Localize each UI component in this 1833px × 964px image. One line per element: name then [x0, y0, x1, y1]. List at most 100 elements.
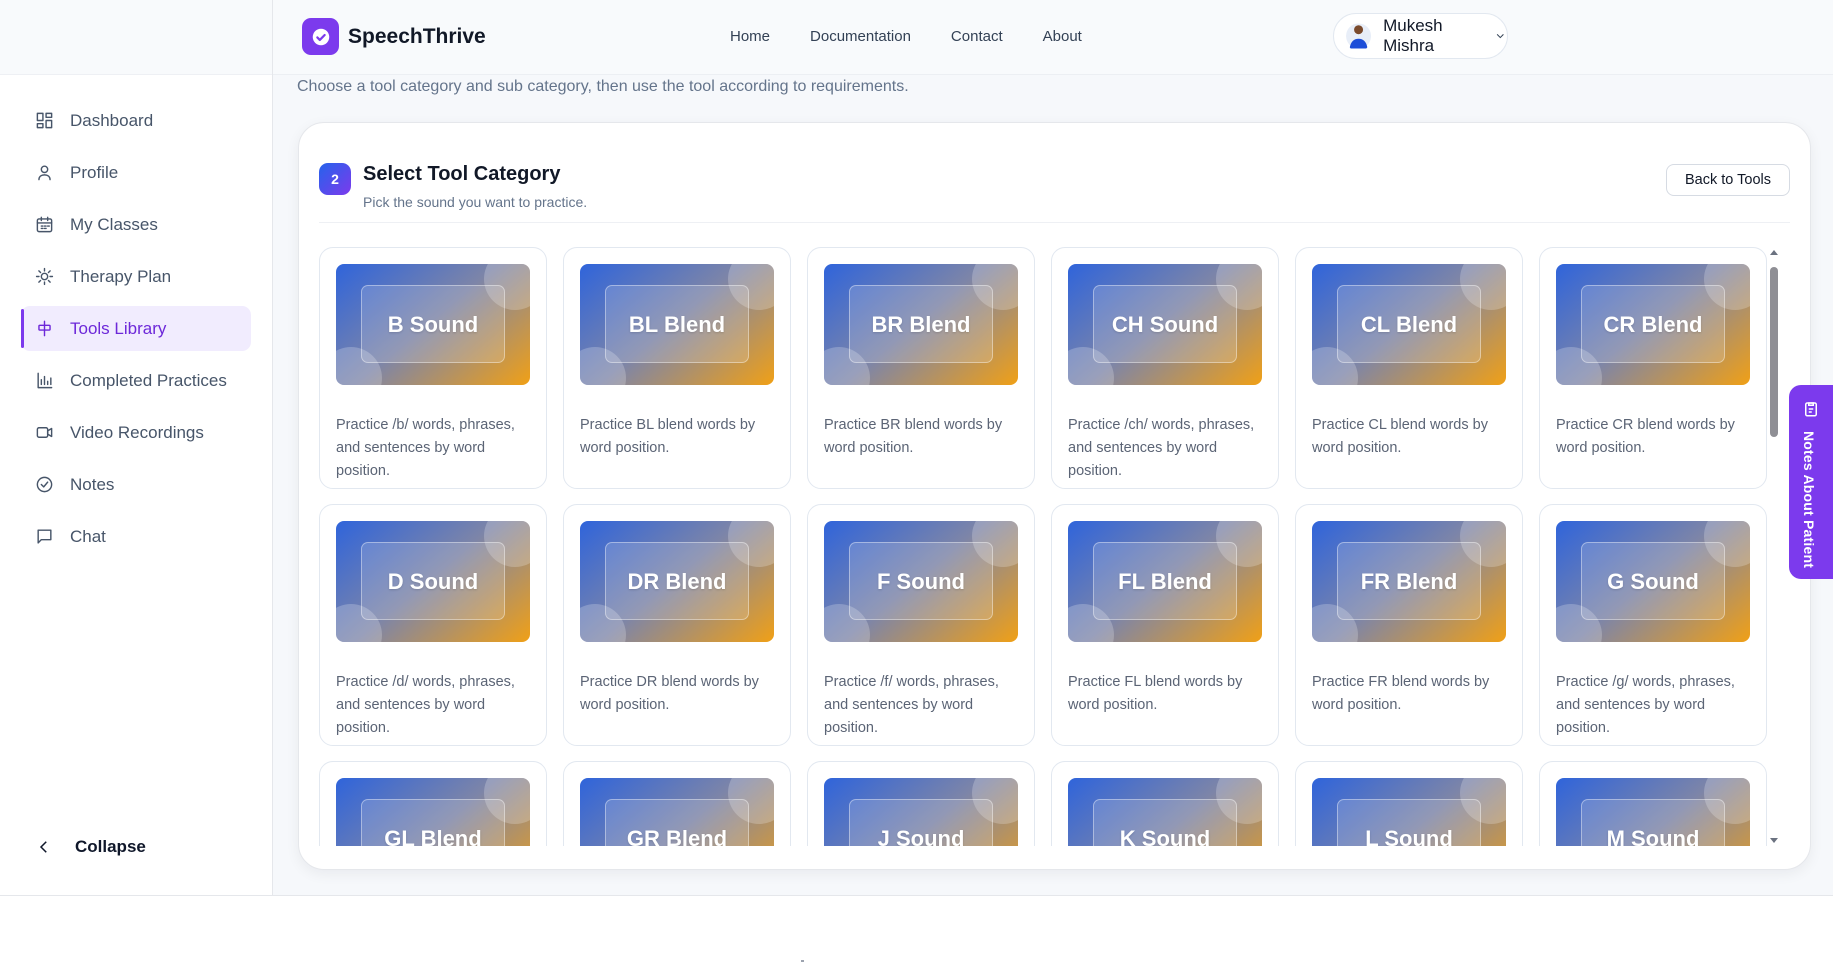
page-footer — [0, 895, 1833, 964]
video-icon — [35, 423, 54, 442]
card-title: B Sound — [387, 311, 479, 337]
card-title: CL Blend — [1360, 311, 1458, 337]
top-navbar: SpeechThrive Home Documentation Contact … — [273, 0, 1833, 75]
scroll-up-arrow[interactable] — [1770, 250, 1778, 255]
category-card[interactable]: M Sound — [1539, 761, 1767, 846]
sidebar-item-label: Completed Practices — [70, 370, 227, 390]
card-title: F Sound — [877, 568, 965, 594]
category-card[interactable]: D Sound Practice /d/ words, phrases, and … — [319, 504, 547, 746]
notes-about-patient-tab[interactable]: Notes About Patient — [1789, 385, 1833, 579]
category-card[interactable]: J Sound — [807, 761, 1035, 846]
notes-tab-label: Notes About Patient — [1801, 431, 1817, 569]
sidebar-item-dashboard[interactable]: Dashboard — [21, 98, 251, 143]
card-thumbnail: FR Blend — [1312, 521, 1506, 642]
user-name: Mukesh Mishra — [1383, 16, 1443, 55]
tools-icon — [35, 319, 54, 338]
card-title: CR Blend — [1603, 311, 1703, 337]
chevron-left-icon — [39, 841, 47, 853]
main-content: Choose a tool category and sub category,… — [273, 75, 1833, 895]
card-description: Practice FL blend words by word position… — [1068, 674, 1243, 713]
sidebar-item-label: Therapy Plan — [70, 266, 172, 286]
sidebar-item-label: Tools Library — [70, 318, 167, 338]
category-grid-viewport[interactable]: B Sound Practice /b/ words, phrases, and … — [319, 247, 1767, 846]
sidebar-item-label: Video Recordings — [70, 422, 204, 442]
card-thumbnail: CR Blend — [1556, 264, 1750, 385]
footer-mark — [801, 960, 804, 962]
scrollbar-thumb[interactable] — [1770, 267, 1778, 437]
card-thumbnail: DR Blend — [580, 521, 774, 642]
nav-link-about[interactable]: About — [1043, 28, 1082, 45]
sidebar-item-notes[interactable]: Notes — [21, 462, 251, 507]
bar-chart-icon — [35, 371, 54, 390]
card-thumbnail: CL Blend — [1312, 264, 1506, 385]
user-menu[interactable]: Mukesh Mishra — [1333, 13, 1508, 59]
category-card[interactable]: GR Blend — [563, 761, 791, 846]
nav-link-home[interactable]: Home — [730, 28, 770, 45]
category-card[interactable]: BR Blend Practice BR blend words by word … — [807, 247, 1035, 489]
card-thumbnail: BL Blend — [580, 264, 774, 385]
sidebar-item-therapy-plan[interactable]: Therapy Plan — [21, 254, 251, 299]
step-badge: 2 — [319, 163, 351, 195]
top-nav-links: Home Documentation Contact About — [730, 28, 1122, 45]
user-icon — [35, 163, 54, 182]
category-card[interactable]: F Sound Practice /f/ words, phrases, and … — [807, 504, 1035, 746]
category-card[interactable]: BL Blend Practice BL blend words by word … — [563, 247, 791, 489]
category-card[interactable]: G Sound Practice /g/ words, phrases, and … — [1539, 504, 1767, 746]
check-circle-icon — [35, 475, 54, 494]
card-title: BL Blend — [628, 311, 726, 337]
card-description: Practice BR blend words by word position… — [824, 417, 1003, 456]
nav-link-contact[interactable]: Contact — [951, 28, 1003, 45]
sidebar-nav: Dashboard Profile My Classes Therapy Pla… — [0, 75, 272, 559]
divider — [319, 222, 1790, 223]
sidebar-item-tools-library[interactable]: Tools Library — [21, 306, 251, 351]
brand-name: SpeechThrive — [348, 24, 486, 48]
category-card[interactable]: CR Blend Practice CR blend words by word … — [1539, 247, 1767, 489]
card-thumbnail: B Sound — [336, 264, 530, 385]
back-to-tools-button[interactable]: Back to Tools — [1666, 164, 1790, 196]
category-card[interactable]: DR Blend Practice DR blend words by word … — [563, 504, 791, 746]
panel-title: Select Tool Category — [363, 163, 561, 185]
sidebar-item-video-recordings[interactable]: Video Recordings — [21, 410, 251, 455]
category-card[interactable]: K Sound — [1051, 761, 1279, 846]
clipboard-icon — [1805, 402, 1817, 417]
category-card[interactable]: GL Blend — [319, 761, 547, 846]
category-card[interactable]: CL Blend Practice CL blend words by word … — [1295, 247, 1523, 489]
category-card[interactable]: CH Sound Practice /ch/ words, phrases, an… — [1051, 247, 1279, 489]
sidebar-item-label: Profile — [70, 162, 119, 182]
nav-link-documentation[interactable]: Documentation — [810, 28, 911, 45]
sidebar: Dashboard Profile My Classes Therapy Pla… — [0, 0, 273, 895]
card-title: BR Blend — [871, 311, 971, 337]
category-card[interactable]: FR Blend Practice FR blend words by word … — [1295, 504, 1523, 746]
category-card[interactable]: L Sound — [1295, 761, 1523, 846]
tool-category-panel: 2 Select Tool Category Pick the sound yo… — [298, 122, 1811, 870]
card-title: G Sound — [1607, 568, 1699, 594]
card-title: DR Blend — [627, 568, 727, 594]
card-description: Practice CL blend words by word position… — [1312, 417, 1488, 456]
card-title: CH Sound — [1111, 311, 1219, 337]
card-title: GR Blend — [626, 825, 728, 847]
card-thumbnail: D Sound — [336, 521, 530, 642]
card-thumbnail: CH Sound — [1068, 264, 1262, 385]
card-thumbnail: F Sound — [824, 521, 1018, 642]
category-card[interactable]: FL Blend Practice FL blend words by word … — [1051, 504, 1279, 746]
scroll-down-arrow[interactable] — [1770, 838, 1778, 843]
card-thumbnail: BR Blend — [824, 264, 1018, 385]
card-description: Practice CR blend words by word position… — [1556, 417, 1735, 456]
avatar — [1346, 23, 1372, 49]
card-title: D Sound — [387, 568, 479, 594]
card-thumbnail: K Sound — [1068, 778, 1262, 846]
card-description: Practice /ch/ words, phrases, and senten… — [1068, 417, 1255, 479]
sidebar-item-my-classes[interactable]: My Classes — [21, 202, 251, 247]
sidebar-item-completed-practices[interactable]: Completed Practices — [21, 358, 251, 403]
calendar-icon — [35, 215, 54, 234]
card-description: Practice /g/ words, phrases, and sentenc… — [1556, 674, 1735, 736]
brand[interactable]: SpeechThrive — [302, 18, 486, 55]
collapse-button[interactable]: Collapse — [35, 837, 146, 857]
card-description: Practice /b/ words, phrases, and sentenc… — [336, 417, 515, 479]
sidebar-item-profile[interactable]: Profile — [21, 150, 251, 195]
category-card[interactable]: B Sound Practice /b/ words, phrases, and … — [319, 247, 547, 489]
card-title: FR Blend — [1360, 568, 1458, 594]
sidebar-item-chat[interactable]: Chat — [21, 514, 251, 559]
card-description: Practice /d/ words, phrases, and sentenc… — [336, 674, 515, 736]
chevron-down-icon — [1497, 34, 1505, 39]
